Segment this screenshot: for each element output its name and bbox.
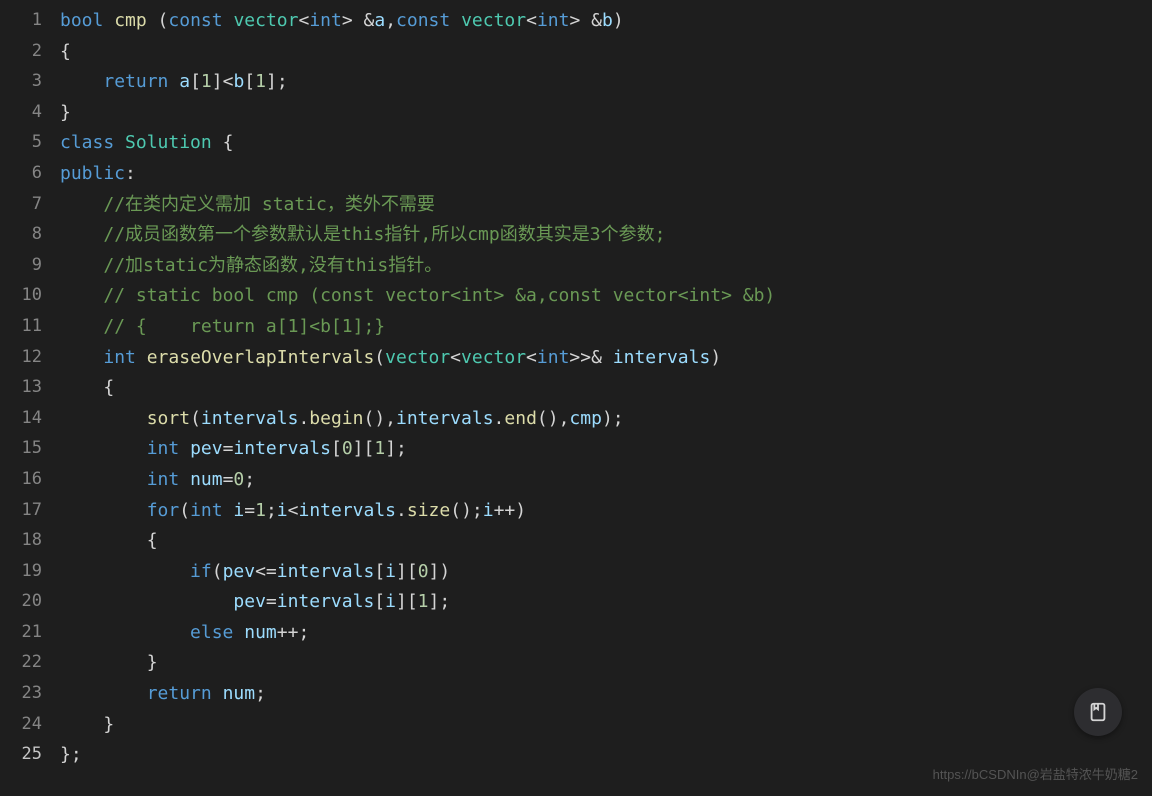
code-line[interactable]: class Solution {	[60, 128, 1152, 159]
code-line[interactable]: pev=intervals[i][1];	[60, 587, 1152, 618]
watermark-text: https://bCSDNIn@岩盐特浓牛奶糖2	[933, 764, 1138, 786]
line-number: 3	[10, 67, 42, 98]
code-line[interactable]: }	[60, 648, 1152, 679]
line-number: 25	[10, 740, 42, 771]
line-number: 2	[10, 37, 42, 68]
line-number: 16	[10, 465, 42, 496]
code-line[interactable]: }	[60, 98, 1152, 129]
line-number: 1	[10, 6, 42, 37]
line-number: 17	[10, 496, 42, 527]
line-number: 20	[10, 587, 42, 618]
code-line[interactable]: //成员函数第一个参数默认是this指针,所以cmp函数其实是3个参数;	[60, 220, 1152, 251]
code-line[interactable]: {	[60, 373, 1152, 404]
code-line[interactable]: {	[60, 526, 1152, 557]
bookmark-fab[interactable]	[1074, 688, 1122, 736]
line-number: 6	[10, 159, 42, 190]
line-number: 18	[10, 526, 42, 557]
code-line[interactable]: {	[60, 37, 1152, 68]
code-line[interactable]: int num=0;	[60, 465, 1152, 496]
code-line[interactable]: else num++;	[60, 618, 1152, 649]
line-number: 24	[10, 710, 42, 741]
line-number: 10	[10, 281, 42, 312]
code-line[interactable]: for(int i=1;i<intervals.size();i++)	[60, 496, 1152, 527]
code-line[interactable]: int pev=intervals[0][1];	[60, 434, 1152, 465]
code-line[interactable]: int eraseOverlapIntervals(vector<vector<…	[60, 343, 1152, 374]
code-line[interactable]: bool cmp (const vector<int> &a,const vec…	[60, 6, 1152, 37]
code-editor[interactable]: 1234567891011121314151617181920212223242…	[0, 0, 1152, 796]
code-line[interactable]: return a[1]<b[1];	[60, 67, 1152, 98]
code-area[interactable]: bool cmp (const vector<int> &a,const vec…	[60, 0, 1152, 796]
line-number: 15	[10, 434, 42, 465]
line-number: 5	[10, 128, 42, 159]
code-line[interactable]: //加static为静态函数,没有this指针。	[60, 251, 1152, 282]
line-number: 14	[10, 404, 42, 435]
line-number: 13	[10, 373, 42, 404]
line-number: 22	[10, 648, 42, 679]
line-number: 4	[10, 98, 42, 129]
line-number: 11	[10, 312, 42, 343]
code-line[interactable]: if(pev<=intervals[i][0])	[60, 557, 1152, 588]
line-number: 23	[10, 679, 42, 710]
line-number: 12	[10, 343, 42, 374]
line-number: 21	[10, 618, 42, 649]
code-line[interactable]: sort(intervals.begin(),intervals.end(),c…	[60, 404, 1152, 435]
line-number: 9	[10, 251, 42, 282]
code-line[interactable]: }	[60, 710, 1152, 741]
code-line[interactable]: // { return a[1]<b[1];}	[60, 312, 1152, 343]
line-number: 7	[10, 190, 42, 221]
code-line[interactable]: public:	[60, 159, 1152, 190]
line-number-gutter: 1234567891011121314151617181920212223242…	[0, 0, 60, 796]
line-number: 8	[10, 220, 42, 251]
code-line[interactable]: //在类内定义需加 static，类外不需要	[60, 190, 1152, 221]
code-line[interactable]: return num;	[60, 679, 1152, 710]
bookmark-icon	[1087, 701, 1109, 723]
line-number: 19	[10, 557, 42, 588]
code-line[interactable]: // static bool cmp (const vector<int> &a…	[60, 281, 1152, 312]
